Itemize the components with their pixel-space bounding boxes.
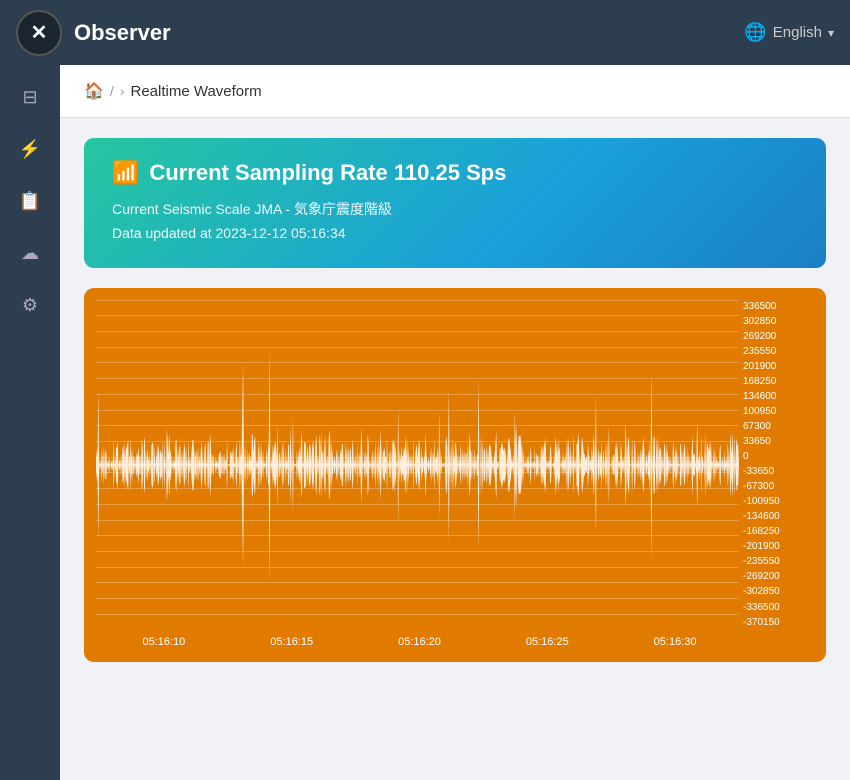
- breadcrumb-page: Realtime Waveform: [130, 83, 261, 100]
- header-left: ✕ Observer: [16, 10, 171, 56]
- card-title-row: 📶 Current Sampling Rate 110.25 Sps: [112, 160, 798, 186]
- waveform-svg: [96, 300, 739, 630]
- home-icon[interactable]: 🏠: [84, 81, 104, 101]
- globe-icon: 🌐: [744, 22, 766, 43]
- main-content: 🏠 / › Realtime Waveform 📶 Current Sampli…: [60, 65, 850, 780]
- yaxis-label: 336500: [739, 302, 814, 312]
- yaxis-label: -33650: [739, 467, 814, 477]
- yaxis-label: -370150: [739, 618, 814, 628]
- waveform-icon: ⚡: [19, 139, 41, 160]
- waveform-xaxis: 05:16:10 05:16:15 05:16:20 05:16:25 05:16:30: [96, 630, 739, 650]
- sidebar-item-dashboard[interactable]: ⊟: [8, 75, 52, 119]
- data-updated-text: Data updated at 2023-12-12 05:16:34: [112, 222, 798, 246]
- sampling-rate-card: 📶 Current Sampling Rate 110.25 Sps Curre…: [84, 138, 826, 268]
- yaxis-label: 33650: [739, 437, 814, 447]
- settings-icon: ⚙: [22, 295, 38, 316]
- yaxis-label: 0: [739, 452, 814, 462]
- sidebar-item-cloud[interactable]: ☁: [8, 231, 52, 275]
- chevron-down-icon: ▾: [828, 26, 834, 40]
- wifi-icon: 📶: [112, 160, 139, 186]
- reports-icon: 📋: [19, 191, 41, 212]
- yaxis-label: -336500: [739, 603, 814, 613]
- yaxis-label: -235550: [739, 557, 814, 567]
- xaxis-label: 05:16:10: [142, 636, 185, 648]
- sidebar: ⊟ ⚡ 📋 ☁ ⚙: [0, 65, 60, 780]
- yaxis-label: 235550: [739, 347, 814, 357]
- xaxis-label: 05:16:30: [654, 636, 697, 648]
- xaxis-label: 05:16:25: [526, 636, 569, 648]
- sidebar-item-settings[interactable]: ⚙: [8, 283, 52, 327]
- sidebar-item-reports[interactable]: 📋: [8, 179, 52, 223]
- yaxis-label: 302850: [739, 317, 814, 327]
- language-label: English: [773, 24, 822, 41]
- cloud-icon: ☁: [21, 243, 39, 264]
- sidebar-item-waveform[interactable]: ⚡: [8, 127, 52, 171]
- yaxis-label: 269200: [739, 332, 814, 342]
- yaxis-label: -134600: [739, 512, 814, 522]
- page-content: 📶 Current Sampling Rate 110.25 Sps Curre…: [60, 118, 850, 682]
- language-selector[interactable]: 🌐 English ▾: [744, 22, 834, 43]
- card-subtitle: Current Seismic Scale JMA - 気象庁震度階級 Data…: [112, 198, 798, 246]
- breadcrumb-sep2: ›: [120, 83, 125, 99]
- yaxis-label: -67300: [739, 482, 814, 492]
- xaxis-label: 05:16:20: [398, 636, 441, 648]
- waveform-chart: [96, 300, 739, 630]
- app-logo[interactable]: ✕: [16, 10, 62, 56]
- yaxis-label: -100950: [739, 497, 814, 507]
- breadcrumb-sep1: /: [110, 83, 114, 99]
- breadcrumb: 🏠 / › Realtime Waveform: [60, 65, 850, 118]
- waveform-yaxis: 3365003028502692002355502019001682501346…: [739, 300, 814, 630]
- app-header: ✕ Observer 🌐 English ▾: [0, 0, 850, 65]
- yaxis-label: -269200: [739, 572, 814, 582]
- yaxis-label: -201900: [739, 542, 814, 552]
- yaxis-label: -168250: [739, 527, 814, 537]
- yaxis-label: 201900: [739, 362, 814, 372]
- yaxis-label: -302850: [739, 587, 814, 597]
- yaxis-label: 168250: [739, 377, 814, 387]
- seismic-scale-text: Current Seismic Scale JMA - 気象庁震度階級: [112, 198, 798, 222]
- dashboard-icon: ⊟: [22, 87, 37, 108]
- yaxis-label: 100950: [739, 407, 814, 417]
- yaxis-label: 134600: [739, 392, 814, 402]
- xaxis-label: 05:16:15: [270, 636, 313, 648]
- app-title: Observer: [74, 20, 171, 46]
- waveform-container: 3365003028502692002355502019001682501346…: [84, 288, 826, 662]
- waveform-inner: 3365003028502692002355502019001682501346…: [96, 300, 814, 630]
- card-title: Current Sampling Rate 110.25 Sps: [149, 160, 506, 186]
- yaxis-label: 67300: [739, 422, 814, 432]
